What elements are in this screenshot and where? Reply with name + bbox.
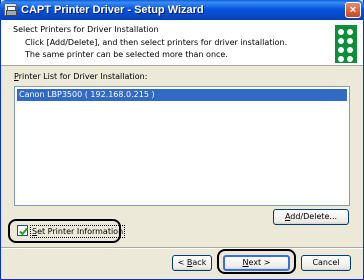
setup-wizard-window: CAPT Printer Driver - Setup Wizard × Sel… (0, 0, 364, 280)
printer-list-label: Printer List for Driver Installation: (14, 72, 148, 81)
cancel-button[interactable]: Cancel (301, 255, 351, 271)
add-delete-button[interactable]: Add/Delete... (273, 209, 349, 225)
canon-setup-logo-icon (335, 25, 357, 63)
header-instruction-1: Click [Add/Delete], and then select prin… (25, 38, 288, 47)
checkmark-icon (19, 227, 28, 236)
title-bar[interactable]: CAPT Printer Driver - Setup Wizard × (0, 0, 364, 20)
window-title: CAPT Printer Driver - Setup Wizard (21, 4, 204, 16)
back-button[interactable]: < Back (172, 255, 212, 271)
printer-icon (4, 3, 17, 16)
header-title: Select Printers for Driver Installation (13, 25, 159, 34)
wizard-header: Select Printers for Driver Installation … (1, 20, 363, 66)
list-item[interactable]: Canon LBP3500 ( 192.168.0.215 ) (17, 89, 347, 101)
set-printer-information-checkbox[interactable] (17, 225, 28, 236)
set-printer-information-label[interactable]: Set Printer Information (30, 225, 126, 238)
close-button[interactable]: × (345, 2, 361, 18)
header-instruction-2: The same printer can be selected more th… (25, 50, 228, 59)
next-button[interactable]: Next > (223, 255, 290, 271)
printer-listbox[interactable]: Canon LBP3500 ( 192.168.0.215 ) (14, 86, 350, 206)
footer-separator (1, 247, 363, 249)
